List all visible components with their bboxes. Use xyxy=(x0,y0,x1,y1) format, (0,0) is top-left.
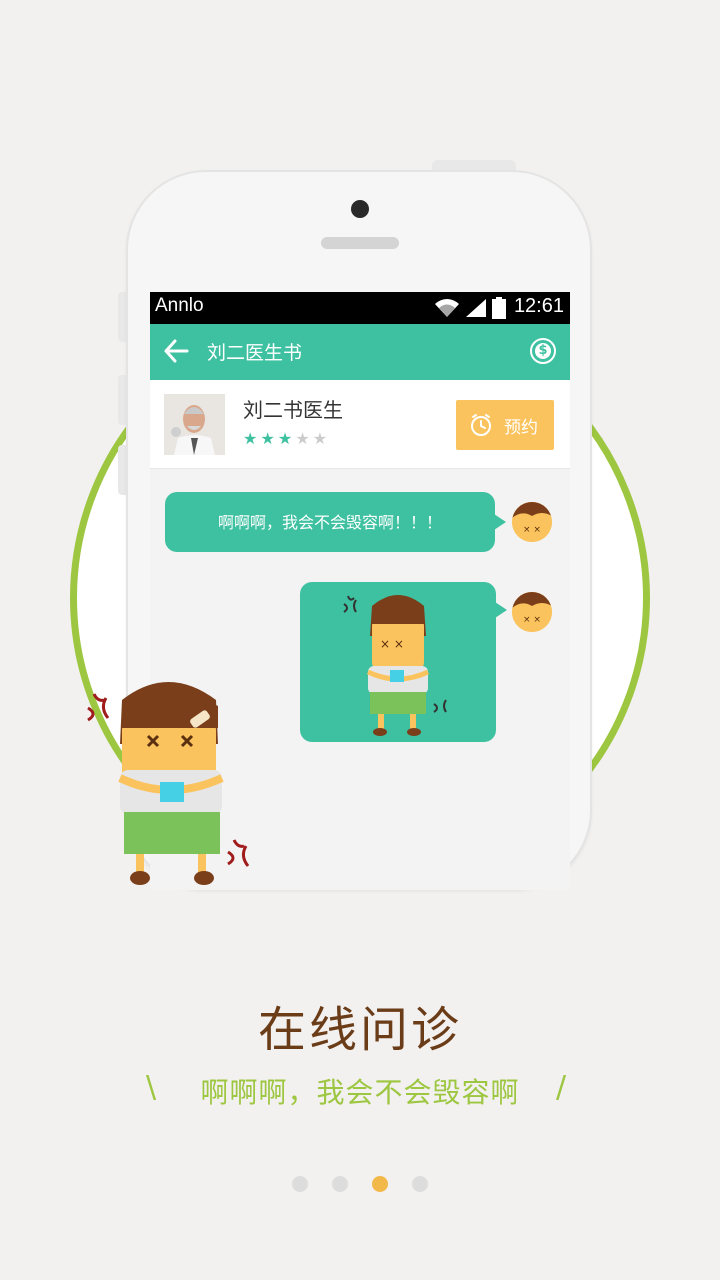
svg-text:× ×: × × xyxy=(380,637,404,651)
battery-icon xyxy=(492,297,506,323)
phone-side-button xyxy=(118,292,126,342)
star-icon: ★ xyxy=(277,429,292,448)
toolbar-title: 刘二医生书 xyxy=(207,342,303,364)
coin-button[interactable]: $ xyxy=(530,338,556,364)
app-toolbar: 刘二医生书 $ xyxy=(150,324,570,380)
angry-boy-sticker: × × xyxy=(343,595,447,736)
doctor-card: 刘二书医生 ★ ★ ★ ★ ★ 预约 xyxy=(150,380,570,469)
feature-title: 在线问诊 xyxy=(257,1002,462,1058)
star-empty-icon: ★ xyxy=(295,429,309,448)
chat-bubble-tail xyxy=(494,514,506,530)
phone-speaker xyxy=(321,237,399,249)
star-icon: ★ xyxy=(260,429,274,448)
carrier-label: Annlo xyxy=(155,295,204,316)
phone-volume-up xyxy=(118,375,126,425)
angry-boy-illustration xyxy=(87,682,250,885)
phone-volume-down xyxy=(118,445,126,495)
page-indicator-dot[interactable] xyxy=(332,1176,348,1192)
decorative-slash-right: / xyxy=(556,1070,567,1105)
back-arrow-icon[interactable] xyxy=(163,339,189,367)
status-bar: Annlo 12:61 xyxy=(150,292,570,324)
doctor-avatar xyxy=(164,394,225,455)
wifi-icon xyxy=(434,298,460,322)
doctor-rating: ★ ★ ★ ★ ★ xyxy=(243,429,327,448)
signal-icon xyxy=(466,299,486,321)
clock-label: 12:61 xyxy=(513,295,564,317)
phone-camera xyxy=(351,200,369,218)
feature-subtitle: 啊啊啊，我会不会毁容啊 xyxy=(200,1076,520,1109)
chat-message-text: 啊啊啊，我会不会毁容啊！！！ xyxy=(217,513,442,532)
svg-text:× ×: × × xyxy=(523,615,541,625)
doctor-name: 刘二书医生 xyxy=(243,398,343,422)
book-label: 预约 xyxy=(504,418,538,438)
star-icon: ★ xyxy=(243,429,257,448)
user-avatar: × × xyxy=(512,592,552,632)
dollar-icon: $ xyxy=(535,343,551,359)
book-appointment-button[interactable]: 预约 xyxy=(456,400,554,450)
svg-text:× ×: × × xyxy=(523,525,541,535)
page-indicator-dot[interactable] xyxy=(292,1176,308,1192)
star-empty-icon: ★ xyxy=(312,429,327,448)
chat-bubble-text: 啊啊啊，我会不会毁容啊！！！ xyxy=(165,492,495,552)
clock-icon xyxy=(469,413,493,441)
user-avatar: × × xyxy=(512,502,552,542)
page-indicator-dot-active[interactable] xyxy=(372,1176,388,1192)
page-indicator-dot[interactable] xyxy=(412,1176,428,1192)
chat-bubble-sticker: × × xyxy=(300,582,496,742)
chat-bubble-tail xyxy=(495,602,507,618)
